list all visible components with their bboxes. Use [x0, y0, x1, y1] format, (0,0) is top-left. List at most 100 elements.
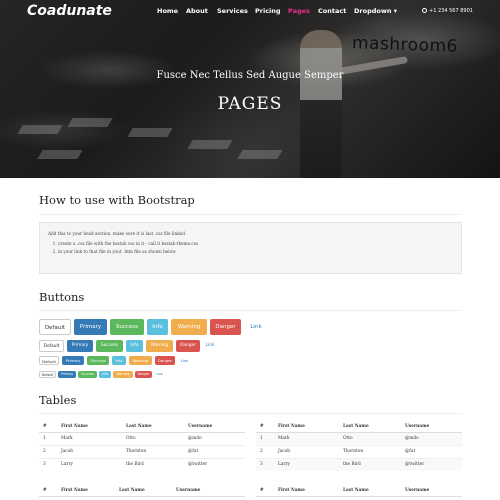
instructions-list: create a .css file with the bsstab css i…	[58, 241, 198, 257]
table-cell: Mark	[274, 431, 339, 445]
table-cell: Larry	[274, 457, 339, 471]
primary-button[interactable]: Primary	[67, 340, 93, 352]
instruction-step: in your link to that file in your .htm f…	[58, 249, 198, 257]
primary-button[interactable]: Primary	[58, 371, 76, 378]
link-button[interactable]: Link	[202, 340, 218, 352]
link-button[interactable]: Link	[178, 356, 191, 365]
table-cell: Mark	[57, 431, 122, 445]
table-cell: Jacob	[57, 444, 122, 458]
warning-button[interactable]: Warning	[146, 340, 173, 352]
default-button[interactable]: Default	[39, 340, 64, 352]
divider	[39, 310, 462, 311]
success-button[interactable]: Success	[78, 371, 97, 378]
column-header: First Name	[274, 421, 339, 433]
table-cell: 2	[256, 444, 274, 458]
basic-table: # First Name Last Name Username 1 Mark O…	[39, 421, 245, 471]
primary-button[interactable]: Primary	[62, 356, 84, 365]
column-header: Last Name	[115, 485, 172, 497]
table-cell: Jacob	[274, 444, 339, 458]
table-cell: Larry	[57, 457, 122, 471]
top-navbar: Coadunate Home About Services Pricing Pa…	[0, 0, 500, 24]
table-cell: Thornton	[122, 444, 184, 458]
success-button[interactable]: Success	[110, 319, 144, 335]
table-cell: Otto	[122, 431, 184, 445]
success-button[interactable]: Success	[87, 356, 109, 365]
table-cell: @fat	[184, 444, 245, 458]
table-cell: @mdo	[401, 431, 462, 445]
hero-banner: mashroom6 Coadunate Home About Services …	[0, 0, 500, 178]
default-button[interactable]: Default	[39, 319, 71, 335]
phone-number: +1 234 567 8901	[429, 8, 473, 14]
table-cell: the Bird	[122, 457, 184, 471]
default-button[interactable]: Default	[39, 356, 59, 365]
nav-item-services[interactable]: Services	[217, 7, 248, 15]
column-header: #	[256, 421, 274, 433]
tables-heading: Tables	[39, 393, 77, 407]
table-row: 1 Mark Otto @mdo	[256, 431, 462, 445]
success-button[interactable]: Success	[96, 340, 123, 352]
site-logo[interactable]: Coadunate	[27, 3, 112, 19]
nav-item-about[interactable]: About	[186, 7, 208, 15]
column-header: Last Name	[339, 485, 401, 497]
table-cell: the Bird	[339, 457, 401, 471]
table-row: 1 Mark Otto @mdo	[39, 431, 245, 445]
warning-button[interactable]: Warning	[113, 371, 133, 378]
warning-button[interactable]: Warning	[171, 319, 207, 335]
column-header: Last Name	[339, 421, 401, 433]
nav-item-home[interactable]: Home	[157, 7, 178, 15]
column-header: Username	[172, 485, 245, 497]
nav-item-contact[interactable]: Contact	[318, 7, 346, 15]
divider	[39, 413, 462, 414]
column-header: Username	[184, 421, 245, 433]
table-cell: 2	[39, 444, 57, 458]
link-button[interactable]: Link	[154, 371, 165, 378]
info-button[interactable]: Info	[147, 319, 168, 335]
nav-item-dropdown[interactable]: Dropdown ▾	[354, 7, 397, 15]
column-header: Username	[401, 421, 462, 433]
link-button[interactable]: Link	[244, 319, 268, 335]
default-button[interactable]: Default	[39, 371, 56, 378]
hover-table: # First Name Last Name Username	[256, 485, 462, 497]
info-button[interactable]: Info	[99, 371, 111, 378]
danger-button[interactable]: Danger	[155, 356, 175, 365]
table-row: 2 Jacob Thornton @fat	[39, 444, 245, 458]
table-cell: Otto	[339, 431, 401, 445]
bordered-table: # First Name Last Name Username	[39, 485, 245, 497]
nav-item-dropdown-label: Dropdown	[354, 7, 392, 15]
caret-down-icon: ▾	[393, 7, 398, 15]
table-cell: @mdo	[184, 431, 245, 445]
nav-item-pricing[interactable]: Pricing	[255, 7, 281, 15]
phone-icon	[422, 8, 427, 13]
table-row: 3 Larry the Bird @twitter	[256, 457, 462, 471]
info-button[interactable]: Info	[112, 356, 126, 365]
table-cell: @twitter	[184, 457, 245, 471]
buttons-heading: Buttons	[39, 290, 85, 304]
column-header: #	[39, 421, 57, 433]
column-header: First Name	[57, 421, 122, 433]
divider	[39, 214, 462, 215]
striped-table: # First Name Last Name Username 1 Mark O…	[256, 421, 462, 471]
danger-button[interactable]: Danger	[210, 319, 241, 335]
danger-button[interactable]: Danger	[176, 340, 200, 352]
table-row: 2 Jacob Thornton @fat	[256, 444, 462, 458]
nav-item-pages[interactable]: Pages	[288, 7, 310, 15]
table-row: 3 Larry the Bird @twitter	[39, 457, 245, 471]
warning-button[interactable]: Warning	[129, 356, 152, 365]
hero-overlay	[0, 0, 500, 178]
table-cell: 1	[39, 431, 57, 445]
page-title: PAGES	[217, 94, 283, 114]
primary-button[interactable]: Primary	[74, 319, 107, 335]
info-button[interactable]: Info	[126, 340, 143, 352]
table-cell: Thornton	[339, 444, 401, 458]
column-header: Last Name	[122, 421, 184, 433]
hero-subtitle: Fusce Nec Tellus Sed Augue Semper	[156, 70, 344, 81]
bootstrap-heading: How to use with Bootstrap	[39, 193, 195, 207]
column-header: #	[39, 485, 57, 497]
danger-button[interactable]: Danger	[135, 371, 152, 378]
column-header: First Name	[274, 485, 339, 497]
column-header: #	[256, 485, 274, 497]
phone-contact: +1 234 567 8901	[422, 8, 473, 14]
instruction-step: create a .css file with the bsstab css i…	[58, 241, 198, 249]
column-header: First Name	[57, 485, 115, 497]
table-cell: @twitter	[401, 457, 462, 471]
